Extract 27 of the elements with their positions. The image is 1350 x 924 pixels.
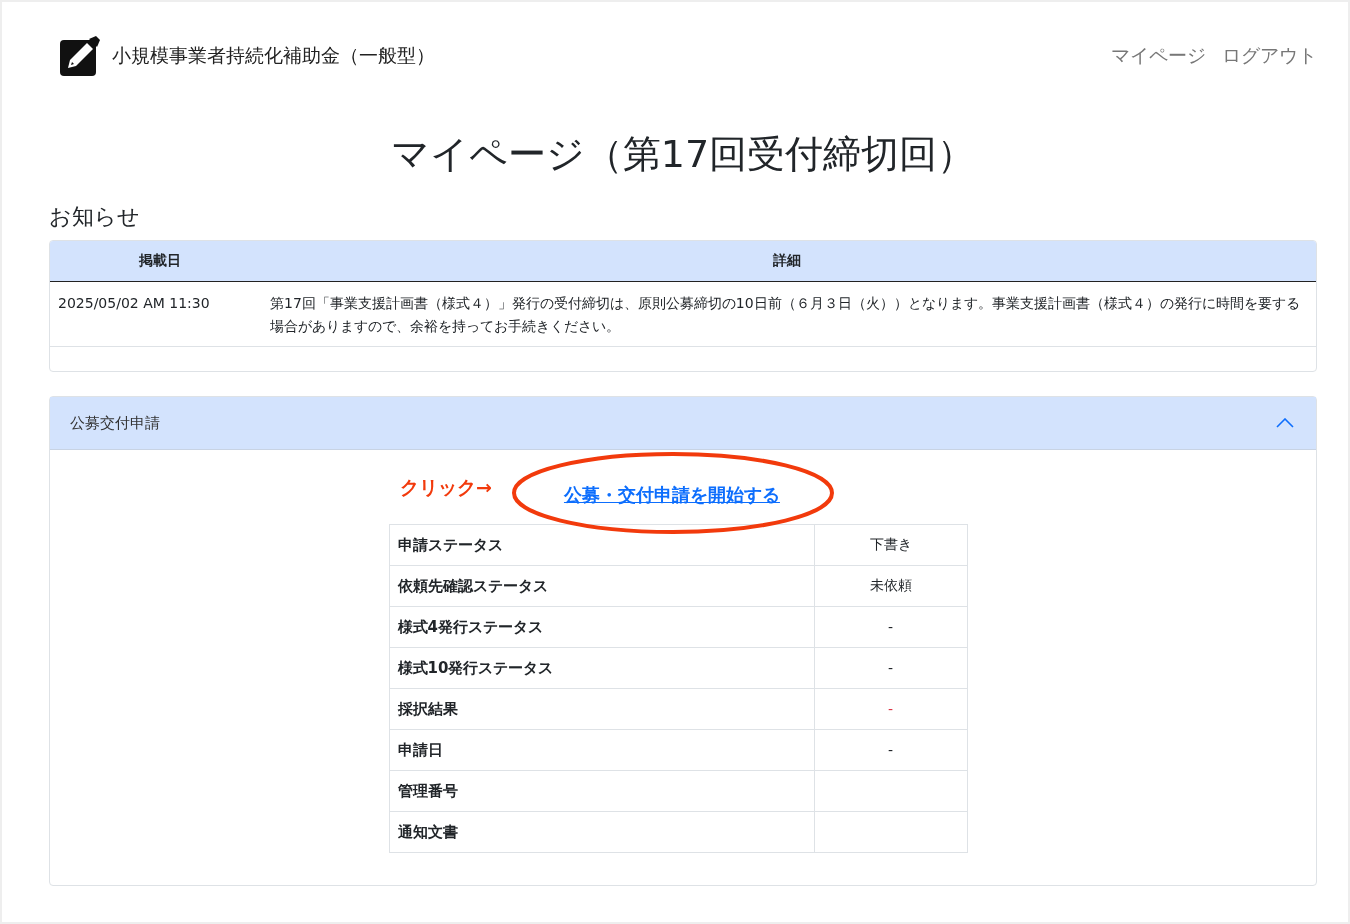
table-cell-text: 第17回「事業支援計画書（様式４）」発行の受付締切は、原則公募締切の10日前（６月３日（火））となります。事業支援計画書（様式４）の発行に時間を要する場合がありますので、余裕を持ってお手続きください。	[269, 294, 1301, 336]
nav-link[interactable]: ログアウト	[1222, 43, 1317, 69]
status-label: 管理番号	[389, 770, 814, 812]
status-label: 採択結果	[389, 688, 814, 730]
chevron-icon	[1276, 418, 1294, 428]
annotation-text: クリック→	[400, 475, 492, 500]
status-value: 未依頼	[814, 565, 967, 607]
status-label: 申請ステータス	[389, 524, 814, 566]
column-header: 掲載日	[138, 252, 182, 270]
page-title: マイページ（第17回受付締切回）	[389, 131, 977, 178]
table-cell-text: 2025/05/02 AM 11:30	[57, 294, 211, 313]
section-heading: お知らせ	[49, 203, 141, 231]
column-header: 詳細	[772, 252, 802, 270]
status-value: -	[814, 606, 967, 648]
status-value: -	[814, 729, 967, 771]
status-value: 下書き	[814, 524, 967, 566]
status-value: -	[814, 647, 967, 689]
status-label: 様式10発行ステータス	[389, 647, 814, 689]
edit-icon	[60, 36, 100, 76]
status-value: -	[814, 688, 967, 730]
status-label: 通知文書	[389, 811, 814, 853]
status-label: 様式4発行ステータス	[389, 606, 814, 648]
nav-link[interactable]: マイページ	[1111, 43, 1206, 69]
site-title: 小規模事業者持続化補助金（一般型）	[112, 43, 435, 68]
accordion-header[interactable]: 公募交付申請	[50, 397, 1316, 450]
status-label: 依頼先確認ステータス	[389, 565, 814, 607]
status-label: 申請日	[389, 729, 814, 771]
